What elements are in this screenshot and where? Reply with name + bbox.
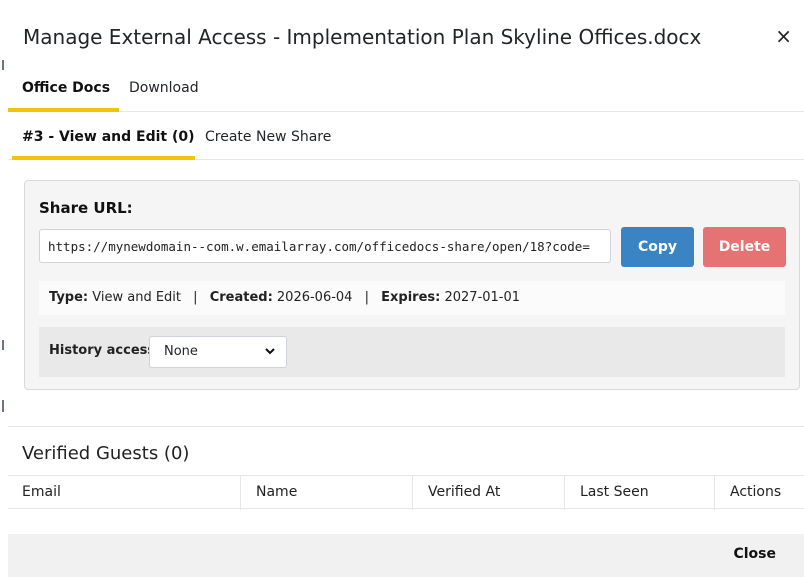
close-button[interactable]: Close <box>733 546 776 562</box>
history-access-label: History access: <box>49 343 161 358</box>
close-icon[interactable]: × <box>775 24 792 48</box>
share-tabs: #3 - View and Edit (0) Create New Share <box>8 113 804 160</box>
tab-share-view-edit[interactable]: #3 - View and Edit (0) <box>22 129 195 145</box>
dialog-header: Manage External Access - Implementation … <box>8 0 804 74</box>
type-label: Type: <box>49 290 89 305</box>
column-divider <box>412 476 413 510</box>
expires-value: 2027-01-01 <box>444 290 521 305</box>
guests-table-header: Email Name Verified At Last Seen Actions <box>8 475 804 510</box>
column-divider <box>714 476 715 510</box>
created-value: 2026-06-04 <box>276 290 353 305</box>
edge-mark <box>2 340 4 350</box>
copy-button[interactable]: Copy <box>621 227 694 267</box>
column-name: Name <box>256 484 298 500</box>
edge-mark <box>2 60 4 70</box>
window-edge <box>0 0 8 577</box>
active-subtab-indicator <box>12 156 195 160</box>
tab-create-new-share[interactable]: Create New Share <box>205 129 331 145</box>
share-url-label: Share URL: <box>39 199 133 217</box>
share-meta: Type: View and Edit | Created: 2026-06-0… <box>39 281 785 315</box>
dialog-title: Manage External Access - Implementation … <box>23 25 702 49</box>
tab-download[interactable]: Download <box>129 80 199 112</box>
column-divider <box>240 476 241 510</box>
column-divider <box>564 476 565 510</box>
section-divider <box>8 426 804 427</box>
expires-label: Expires: <box>381 290 441 305</box>
delete-button[interactable]: Delete <box>703 227 786 267</box>
column-verified-at: Verified At <box>428 484 501 500</box>
dialog-footer: Close <box>8 534 804 577</box>
column-email: Email <box>22 484 61 500</box>
active-tab-indicator <box>8 108 119 112</box>
page: Manage External Access - Implementation … <box>0 0 804 577</box>
edge-mark <box>2 400 4 412</box>
manage-external-access-dialog: Manage External Access - Implementation … <box>8 0 804 577</box>
chevron-down-icon <box>264 337 276 378</box>
meta-separator: | <box>364 290 369 305</box>
created-label: Created: <box>209 290 273 305</box>
verified-guests-title: Verified Guests (0) <box>22 443 190 464</box>
type-value: View and Edit <box>92 290 182 305</box>
column-last-seen: Last Seen <box>580 484 649 500</box>
column-actions: Actions <box>730 484 782 500</box>
history-access-select[interactable]: None <box>149 336 287 368</box>
history-access-row: History access: None <box>39 327 785 377</box>
meta-separator: | <box>193 290 198 305</box>
main-tabs: Office Docs Download <box>8 74 804 112</box>
history-access-value: None <box>164 344 198 359</box>
share-card: Share URL: Copy Delete Type: View and Ed… <box>24 180 800 390</box>
share-url-field[interactable] <box>39 229 611 263</box>
